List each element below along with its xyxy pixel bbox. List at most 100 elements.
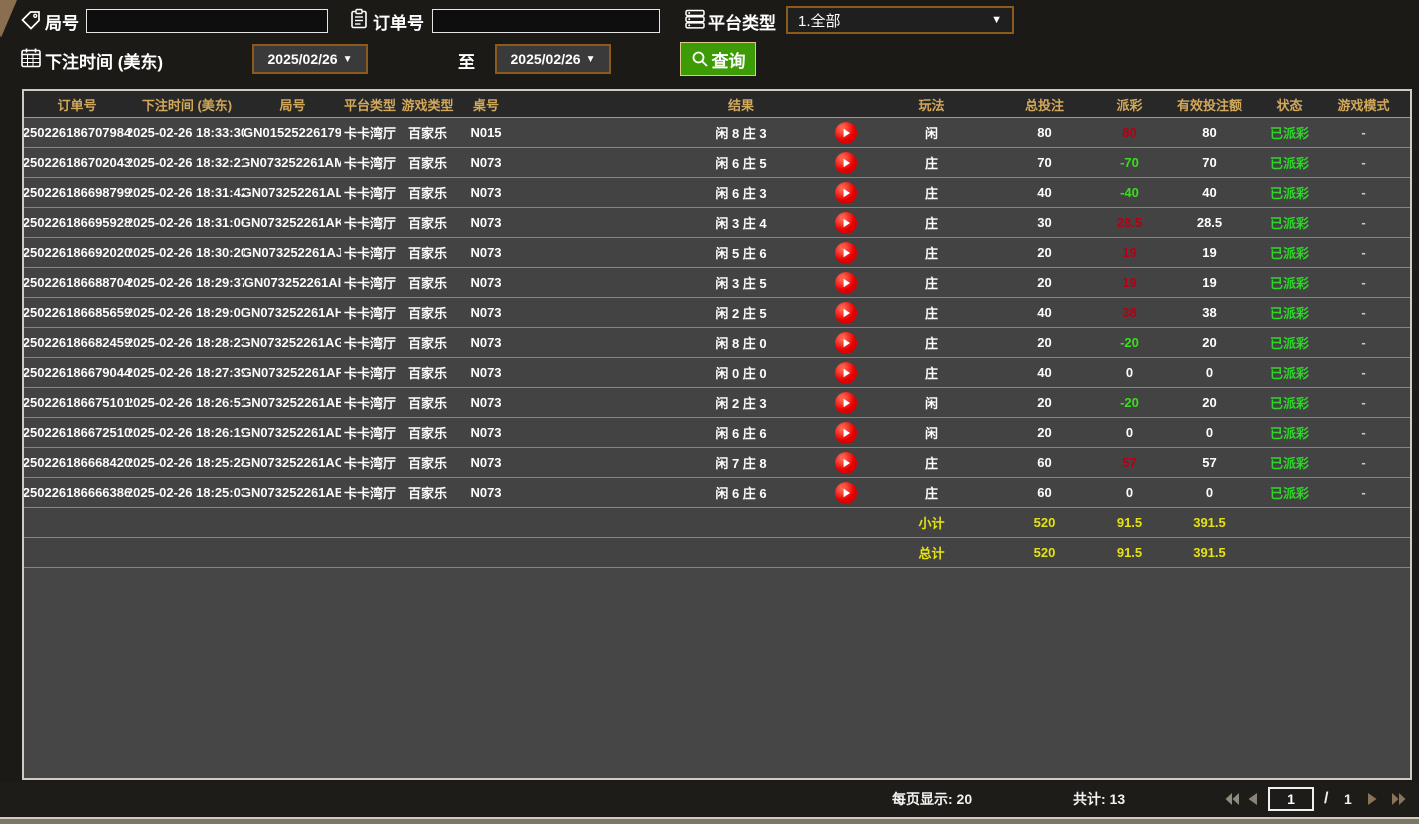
cell-valid-bet: 38 xyxy=(1157,298,1262,327)
cell-result: 闲 7 庄 8 xyxy=(666,448,816,477)
subtotal-valid-bet: 391.5 xyxy=(1157,508,1262,537)
total-total-bet: 520 xyxy=(987,538,1102,567)
table-row[interactable]: 250226186688704 2025-02-26 18:29:37 GN07… xyxy=(24,268,1410,298)
header-game-type: 游戏类型 xyxy=(399,91,456,117)
cell-status: 已派彩 xyxy=(1262,358,1317,387)
cell-replay xyxy=(816,208,876,237)
cell-play-type: 庄 xyxy=(876,268,987,297)
search-button[interactable]: 查询 xyxy=(680,42,756,76)
cell-game-type: 百家乐 xyxy=(399,418,456,447)
round-input[interactable] xyxy=(86,9,328,33)
cell-bet-time: 2025-02-26 18:25:03 xyxy=(130,478,244,507)
cell-status: 已派彩 xyxy=(1262,298,1317,327)
cell-replay xyxy=(816,298,876,327)
cell-total-bet: 20 xyxy=(987,388,1102,417)
table-row[interactable]: 250226186682459 2025-02-26 18:28:23 GN07… xyxy=(24,328,1410,358)
date-from-select[interactable]: 2025/02/26 ▼ xyxy=(252,44,368,74)
table-row[interactable]: 250226186702043 2025-02-26 18:32:21 GN07… xyxy=(24,148,1410,178)
pagination-bar: 每页显示: 20 共计: 13 / 1 xyxy=(0,782,1419,816)
cell-game-type: 百家乐 xyxy=(399,448,456,477)
cell-table-no: N073 xyxy=(456,388,516,417)
cell-total-bet: 60 xyxy=(987,478,1102,507)
header-game-mode: 游戏模式 xyxy=(1317,91,1410,117)
first-page-icon[interactable] xyxy=(1225,793,1239,805)
date-to-select[interactable]: 2025/02/26 ▼ xyxy=(495,44,611,74)
cell-round: GN073252261AC xyxy=(244,448,341,477)
cell-spacer xyxy=(516,238,666,267)
replay-play-icon[interactable] xyxy=(835,152,857,174)
platform-select[interactable]: 1.全部 ▼ xyxy=(786,6,1014,34)
cell-play-type: 闲 xyxy=(876,388,987,417)
cell-replay xyxy=(816,268,876,297)
cell-round: GN073252261AI xyxy=(244,268,341,297)
page-number-input[interactable] xyxy=(1268,787,1314,811)
table-row[interactable]: 250226186698799 2025-02-26 18:31:42 GN07… xyxy=(24,178,1410,208)
cell-payout: -20 xyxy=(1102,388,1157,417)
cell-game-mode: - xyxy=(1317,268,1410,297)
cell-total-bet: 40 xyxy=(987,298,1102,327)
cell-order: 250226186666386 xyxy=(24,478,130,507)
table-row[interactable]: 250226186679044 2025-02-26 18:27:39 GN07… xyxy=(24,358,1410,388)
table-row[interactable]: 250226186668420 2025-02-26 18:25:28 GN07… xyxy=(24,448,1410,478)
replay-play-icon[interactable] xyxy=(835,362,857,384)
replay-play-icon[interactable] xyxy=(835,422,857,444)
replay-play-icon[interactable] xyxy=(835,392,857,414)
cell-game-type: 百家乐 xyxy=(399,148,456,177)
cell-total-bet: 40 xyxy=(987,358,1102,387)
cell-table-no: N073 xyxy=(456,328,516,357)
header-total-bet: 总投注 xyxy=(987,91,1102,117)
cell-game-type: 百家乐 xyxy=(399,478,456,507)
replay-play-icon[interactable] xyxy=(835,482,857,504)
cell-result: 闲 8 庄 0 xyxy=(666,328,816,357)
table-row[interactable]: 250226186692020 2025-02-26 18:30:20 GN07… xyxy=(24,238,1410,268)
cell-payout: 57 xyxy=(1102,448,1157,477)
cell-replay xyxy=(816,478,876,507)
replay-play-icon[interactable] xyxy=(835,302,857,324)
date-from-value: 2025/02/26 xyxy=(268,51,338,67)
replay-play-icon[interactable] xyxy=(835,242,857,264)
cell-platform: 卡卡湾厅 xyxy=(341,178,399,207)
replay-play-icon[interactable] xyxy=(835,452,857,474)
cell-bet-time: 2025-02-26 18:27:39 xyxy=(130,358,244,387)
next-page-icon[interactable] xyxy=(1368,793,1377,805)
replay-play-icon[interactable] xyxy=(835,212,857,234)
cell-result: 闲 2 庄 3 xyxy=(666,388,816,417)
cell-platform: 卡卡湾厅 xyxy=(341,358,399,387)
cell-status: 已派彩 xyxy=(1262,118,1317,147)
table-row[interactable]: 250226186672510 2025-02-26 18:26:19 GN07… xyxy=(24,418,1410,448)
page-count-label: 1 xyxy=(1344,782,1352,816)
cell-game-type: 百家乐 xyxy=(399,268,456,297)
cell-valid-bet: 20 xyxy=(1157,388,1262,417)
cell-play-type: 庄 xyxy=(876,298,987,327)
cell-payout: -40 xyxy=(1102,178,1157,207)
table-row[interactable]: 250226186675101 2025-02-26 18:26:51 GN07… xyxy=(24,388,1410,418)
replay-play-icon[interactable] xyxy=(835,182,857,204)
cell-payout: 80 xyxy=(1102,118,1157,147)
table-row[interactable]: 250226186666386 2025-02-26 18:25:03 GN07… xyxy=(24,478,1410,508)
header-result: 结果 xyxy=(666,91,816,117)
prev-page-icon[interactable] xyxy=(1248,793,1257,805)
replay-play-icon[interactable] xyxy=(835,122,857,144)
cell-round: GN073252261AF xyxy=(244,358,341,387)
header-payout: 派彩 xyxy=(1102,91,1157,117)
cell-spacer xyxy=(516,328,666,357)
cell-spacer xyxy=(516,358,666,387)
replay-play-icon[interactable] xyxy=(835,272,857,294)
table-header-row: 订单号 下注时间 (美东) 局号 平台类型 游戏类型 桌号 结果 玩法 总投注 … xyxy=(24,91,1410,118)
table-row[interactable]: 250226186695928 2025-02-26 18:31:06 GN07… xyxy=(24,208,1410,238)
cell-spacer xyxy=(516,268,666,297)
cell-table-no: N073 xyxy=(456,418,516,447)
replay-play-icon[interactable] xyxy=(835,332,857,354)
table-row[interactable]: 250226186707984 2025-02-26 18:33:30 GN01… xyxy=(24,118,1410,148)
subtotal-total-bet: 520 xyxy=(987,508,1102,537)
table-row[interactable]: 250226186685659 2025-02-26 18:29:00 GN07… xyxy=(24,298,1410,328)
cell-status: 已派彩 xyxy=(1262,178,1317,207)
cell-valid-bet: 19 xyxy=(1157,268,1262,297)
order-input[interactable] xyxy=(432,9,660,33)
page-slash: / xyxy=(1324,782,1328,816)
subtotal-row: 小计 520 91.5 391.5 xyxy=(24,508,1410,538)
cell-bet-time: 2025-02-26 18:31:06 xyxy=(130,208,244,237)
to-label: 至 xyxy=(458,48,475,73)
last-page-icon[interactable] xyxy=(1392,793,1406,805)
subtotal-label: 小计 xyxy=(876,508,987,537)
